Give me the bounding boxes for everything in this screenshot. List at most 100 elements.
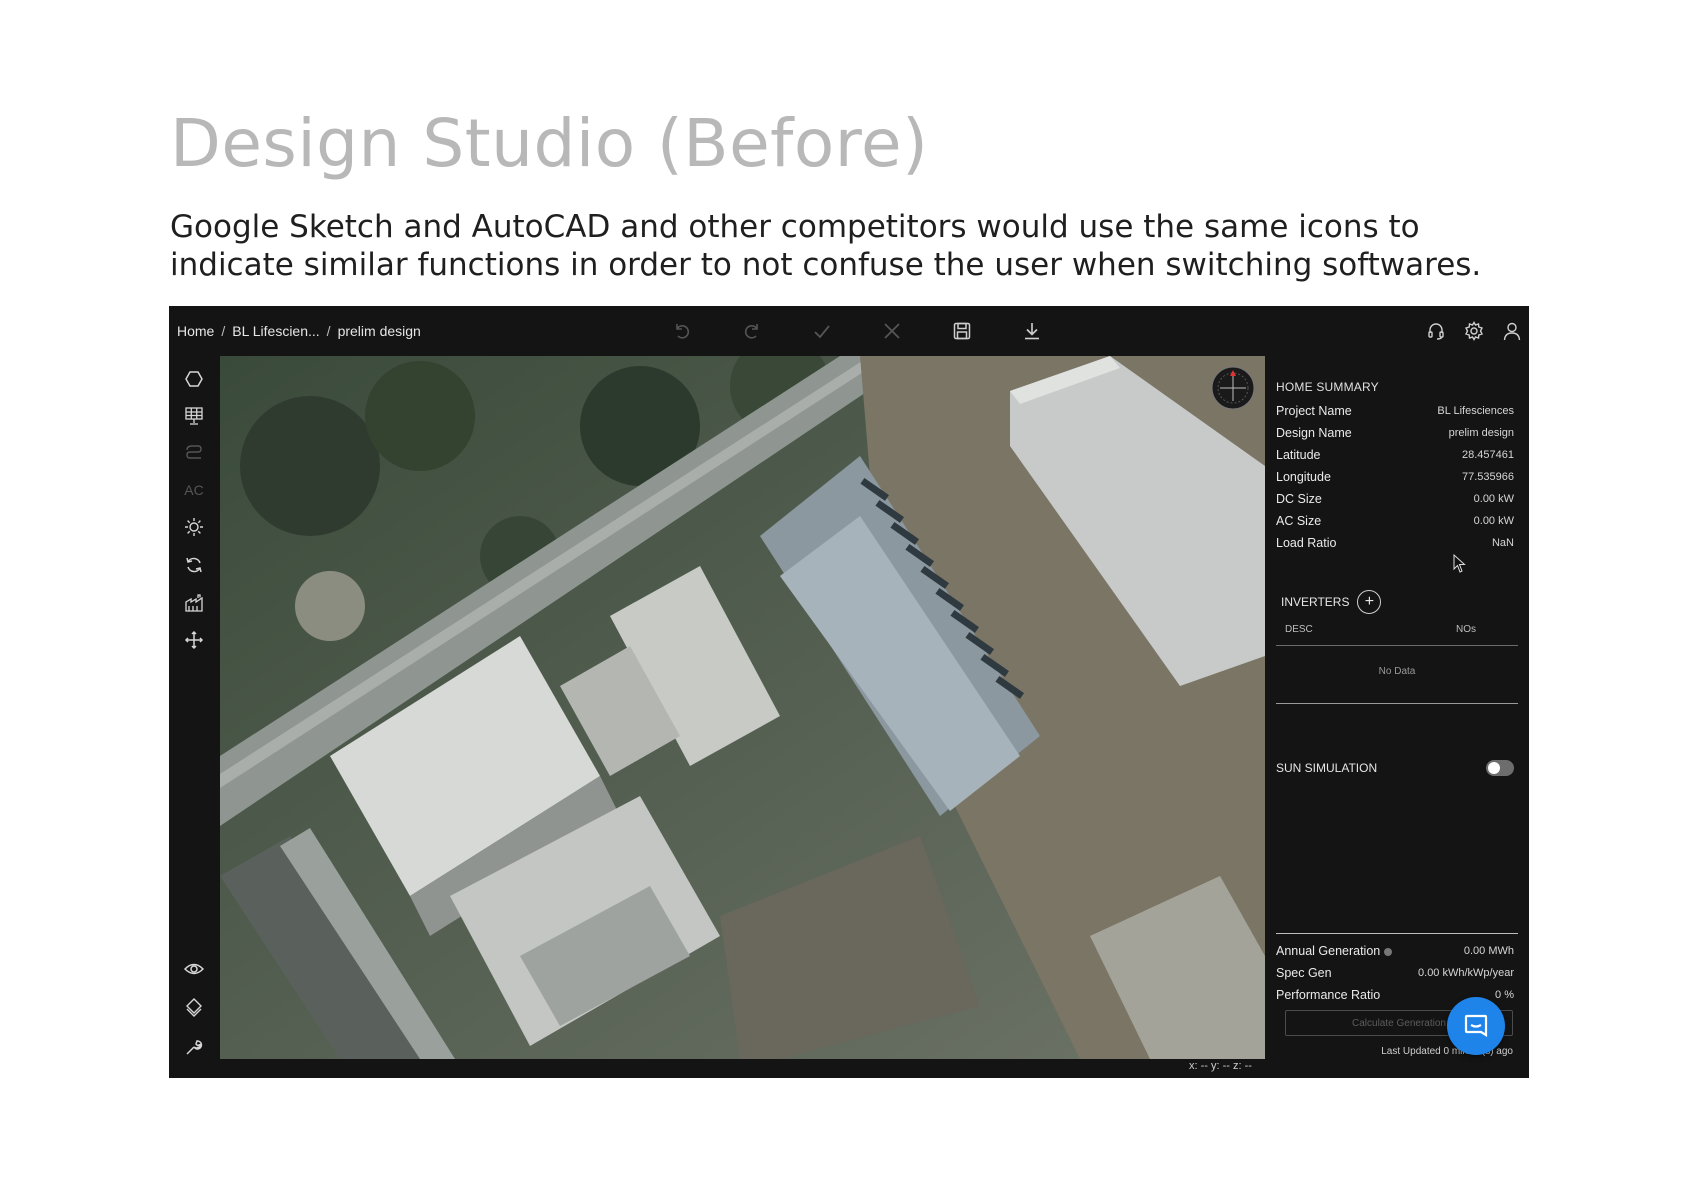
layers-icon <box>186 998 202 1017</box>
confirm-button[interactable] <box>787 306 857 356</box>
chat-icon <box>1464 1014 1488 1037</box>
info-icon[interactable] <box>1384 947 1393 956</box>
visibility-tool[interactable] <box>181 956 207 982</box>
compass-icon[interactable] <box>1211 366 1255 410</box>
chat-support-button[interactable] <box>1447 997 1505 1055</box>
cursor-coordinates: x: -- y: -- z: -- <box>1189 1060 1252 1072</box>
panel-header: HOME SUMMARY <box>1276 380 1379 394</box>
polygon-icon <box>185 371 203 387</box>
support-button[interactable] <box>1425 320 1447 342</box>
settings-button[interactable] <box>1463 320 1485 342</box>
generation-row: Annual Generation 0.00 MWh <box>1276 941 1514 961</box>
breadcrumb-separator: / <box>221 323 226 339</box>
summary-value: 77.535966 <box>1462 471 1514 483</box>
inverters-header: INVERTERS + <box>1281 590 1382 614</box>
factory-icon <box>185 594 203 612</box>
generation-row: Spec Gen 0.00 kWh/kWp/year <box>1276 963 1514 983</box>
summary-row: Load Ratio NaN <box>1276 533 1514 553</box>
top-right-actions <box>1425 306 1523 356</box>
toggle-knob <box>1488 762 1500 774</box>
generation-value: 0 % <box>1495 989 1514 1001</box>
column-nos: NOs <box>1456 624 1476 635</box>
breadcrumb-separator: / <box>326 323 331 339</box>
sun-tool[interactable] <box>181 514 207 540</box>
summary-key: Latitude <box>1276 448 1321 462</box>
summary-key: Load Ratio <box>1276 536 1337 550</box>
solar-panel-tool[interactable] <box>181 403 207 429</box>
wrench-tool[interactable] <box>181 1034 207 1060</box>
plus-icon: + <box>1364 593 1375 610</box>
inverters-empty: No Data <box>1378 666 1416 677</box>
top-bar: Home / BL Lifescien... / prelim design <box>169 306 1529 356</box>
save-button[interactable] <box>927 306 997 356</box>
add-inverter-button[interactable]: + <box>1357 590 1382 614</box>
redo-button[interactable] <box>717 306 787 356</box>
download-icon <box>1025 323 1039 340</box>
table-divider <box>1276 703 1518 704</box>
wiring-icon <box>186 445 202 459</box>
wiring-tool[interactable] <box>181 440 207 466</box>
refresh-tool[interactable] <box>181 552 207 578</box>
summary-panel: HOME SUMMARY Project Name BL Lifescience… <box>1276 356 1521 1078</box>
summary-value: 0.00 kW <box>1473 493 1514 505</box>
toolbar <box>647 306 1067 356</box>
generation-key: Spec Gen <box>1276 966 1332 980</box>
sun-simulation-toggle[interactable] <box>1486 760 1514 776</box>
slide-subtitle: Google Sketch and AutoCAD and other comp… <box>170 209 1482 283</box>
summary-value: prelim design <box>1448 427 1514 439</box>
summary-row: Project Name BL Lifesciences <box>1276 401 1514 421</box>
save-icon <box>953 322 971 340</box>
summary-row: AC Size 0.00 kW <box>1276 511 1514 531</box>
move-icon <box>184 630 204 650</box>
generation-key: Performance Ratio <box>1276 988 1381 1002</box>
left-toolbar: AC <box>169 356 219 1078</box>
layers-tool[interactable] <box>181 994 207 1020</box>
summary-value: 28.457461 <box>1462 449 1514 461</box>
refresh-icon <box>186 557 202 573</box>
breadcrumb-design[interactable]: prelim design <box>338 323 421 339</box>
slide-title: Design Studio (Before) <box>170 105 929 182</box>
undo-icon <box>676 324 690 339</box>
settings-icon <box>1465 321 1483 341</box>
generation-divider <box>1276 933 1518 934</box>
summary-row: Latitude 28.457461 <box>1276 445 1514 465</box>
summary-row: Design Name prelim design <box>1276 423 1514 443</box>
inverters-table-header: DESC NOs <box>1276 624 1518 646</box>
user-button[interactable] <box>1501 320 1523 342</box>
breadcrumb-project[interactable]: BL Lifescien... <box>232 323 319 339</box>
summary-key: AC Size <box>1276 514 1322 528</box>
move-tool[interactable] <box>181 627 207 653</box>
eye-icon <box>184 963 204 975</box>
user-icon <box>1503 322 1521 341</box>
summary-key: DC Size <box>1276 492 1322 506</box>
undo-button[interactable] <box>647 306 717 356</box>
solar-panel-icon <box>185 407 203 425</box>
summary-value: NaN <box>1491 537 1514 549</box>
cancel-button[interactable] <box>857 306 927 356</box>
summary-value: BL Lifesciences <box>1437 405 1514 417</box>
generation-key-text: Annual Generation <box>1276 944 1381 958</box>
map-canvas[interactable] <box>220 356 1265 1059</box>
ac-tool[interactable]: AC <box>181 477 207 503</box>
breadcrumb-home[interactable]: Home <box>177 323 214 339</box>
generation-value: 0.00 MWh <box>1463 945 1514 957</box>
sun-icon <box>185 518 203 536</box>
summary-row: Longitude 77.535966 <box>1276 467 1514 487</box>
column-desc: DESC <box>1285 624 1313 635</box>
redo-icon <box>744 324 758 339</box>
support-icon <box>1428 323 1444 340</box>
mouse-cursor-icon <box>1453 554 1466 573</box>
summary-value: 0.00 kW <box>1473 515 1514 527</box>
sun-simulation-row: SUN SIMULATION <box>1276 760 1514 776</box>
summary-key: Design Name <box>1276 426 1352 440</box>
download-button[interactable] <box>997 306 1067 356</box>
aerial-imagery <box>220 356 1265 1059</box>
factory-tool[interactable] <box>181 590 207 616</box>
confirm-icon <box>814 325 830 339</box>
summary-key: Longitude <box>1276 470 1331 484</box>
design-studio-app: Home / BL Lifescien... / prelim design A… <box>169 306 1529 1078</box>
generation-value: 0.00 kWh/kWp/year <box>1418 967 1514 979</box>
summary-row: DC Size 0.00 kW <box>1276 489 1514 509</box>
sun-simulation-label: SUN SIMULATION <box>1276 761 1378 775</box>
polygon-tool[interactable] <box>181 366 207 392</box>
